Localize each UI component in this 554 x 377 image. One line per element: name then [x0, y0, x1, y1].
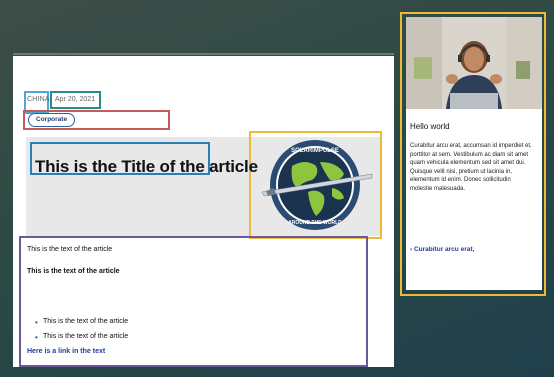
article-paragraph-bold: This is the text of the article	[27, 268, 120, 275]
list-item: This is the text of the article	[35, 318, 128, 327]
list-item: This is the text of the article	[35, 333, 128, 342]
article-link[interactable]: Here is a link in the text	[27, 348, 105, 355]
sidebar-link[interactable]: › Curabitur arcu erat,	[410, 246, 474, 253]
article-country: CHINA	[27, 96, 50, 103]
logo-top-text: SOLARIMPULSE	[291, 148, 339, 154]
solar-impulse-logo-icon: SOLARIMPULSE AROUND THE WORLD	[261, 140, 373, 230]
article-paragraph: This is the text of the article	[27, 246, 113, 253]
chevron-right-icon: ›	[410, 246, 413, 253]
sidebar-body: Curabitur arcu erat, accumsan id imperdi…	[410, 143, 532, 192]
tag-corporate[interactable]: Corporate	[28, 113, 76, 127]
article-title: This is the Title of the article	[35, 157, 258, 177]
person-with-headset-icon	[406, 17, 542, 109]
article-panel: CHINA Apr 20, 2021 Corporate This is the…	[13, 56, 394, 367]
video-thumbnail[interactable]	[406, 17, 542, 109]
logo-bottom-text: AROUND THE WORLD	[288, 220, 342, 226]
sidebar-title: Hello world	[410, 122, 450, 131]
sidebar-link-label: Curabitur arcu erat,	[413, 246, 475, 253]
header-divider	[13, 53, 394, 55]
article-date: Apr 20, 2021	[55, 96, 96, 103]
